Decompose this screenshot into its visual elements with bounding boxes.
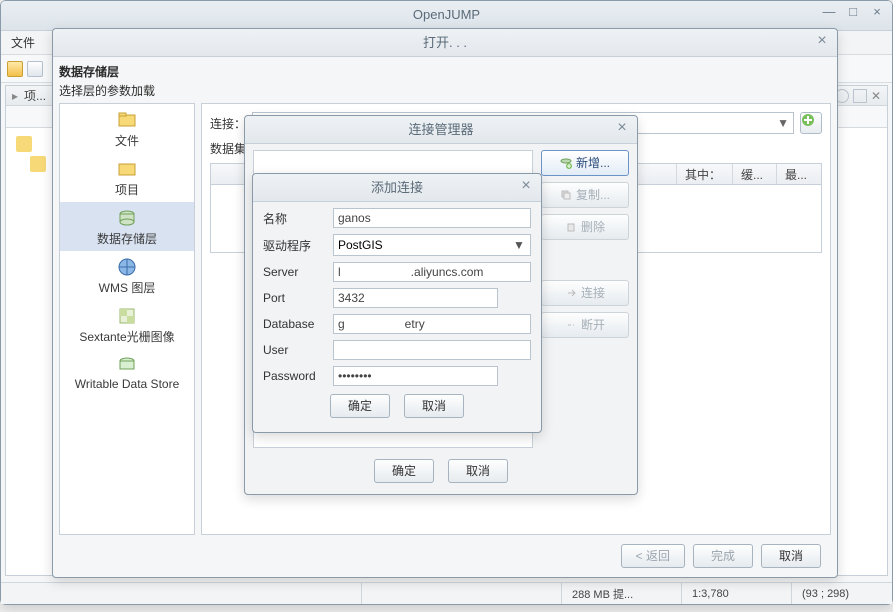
finish-button[interactable]: 完成 [693, 544, 753, 568]
addconn-close-icon[interactable]: × [517, 178, 535, 196]
plus-icon [801, 113, 815, 127]
port-input[interactable] [333, 288, 498, 308]
connmgr-titlebar[interactable]: 连接管理器 × [245, 116, 637, 144]
dropdown-arrow-icon: ▼ [512, 238, 526, 252]
sidebar-item-label: 项目 [115, 183, 139, 197]
sidebar-item-label: Writable Data Store [75, 377, 180, 391]
btn-label: 删除 [581, 215, 605, 239]
copy-connection-button[interactable]: 复制... [541, 182, 629, 208]
maximize-button[interactable]: □ [842, 3, 864, 23]
sidebar-item-label: Sextante光栅图像 [79, 330, 174, 344]
open-sidebar: 文件 项目 数据存储层 WMS 图层 Sextante光栅图像 Writable… [59, 103, 195, 535]
project-icon [117, 159, 137, 179]
connmgr-cancel-button[interactable]: 取消 [448, 459, 508, 483]
close-button[interactable]: × [866, 3, 888, 23]
connection-add-button[interactable] [800, 112, 822, 134]
password-label: Password [263, 369, 333, 383]
copy-icon [560, 189, 572, 201]
open-close-icon[interactable]: × [813, 33, 831, 51]
database-input[interactable] [333, 314, 531, 334]
open-icon[interactable] [27, 61, 43, 77]
addconn-cancel-button[interactable]: 取消 [404, 394, 464, 418]
globe-icon [117, 257, 137, 277]
database-label: Database [263, 317, 333, 331]
main-title: OpenJUMP [413, 7, 480, 22]
open-subheading: 选择层的参数加载 [59, 82, 831, 99]
open-heading: 数据存储层 [59, 63, 831, 80]
server-label: Server [263, 265, 333, 279]
status-scale: 1:3,780 [682, 583, 792, 604]
col-where[interactable]: 其中： [677, 164, 733, 184]
sidebar-item-datastore[interactable]: 数据存储层 [60, 202, 194, 251]
new-icon[interactable] [7, 61, 23, 77]
connmgr-close-icon[interactable]: × [613, 120, 631, 138]
open-cancel-button[interactable]: 取消 [761, 544, 821, 568]
folder-icon [30, 156, 46, 172]
name-label: 名称 [263, 210, 333, 227]
add-connection-dialog: 添加连接 × 名称 驱动程序 PostGIS ▼ Server Port Dat… [252, 173, 542, 433]
dataset-label: 数据集 [210, 140, 246, 157]
unplug-icon [565, 319, 577, 331]
connmgr-title: 连接管理器 [408, 122, 473, 137]
btn-label: 断开 [581, 313, 605, 337]
driver-value: PostGIS [338, 238, 383, 252]
add-connection-button[interactable]: 新增... [541, 150, 629, 176]
panel-maximize-icon[interactable] [853, 89, 867, 103]
sidebar-item-project[interactable]: 项目 [60, 153, 194, 202]
addconn-ok-button[interactable]: 确定 [330, 394, 390, 418]
sidebar-item-file[interactable]: 文件 [60, 104, 194, 153]
btn-label: 复制... [576, 183, 610, 207]
addconn-titlebar[interactable]: 添加连接 × [253, 174, 541, 202]
user-label: User [263, 343, 333, 357]
datastore-icon [117, 208, 137, 228]
port-label: Port [263, 291, 333, 305]
connmgr-ok-button[interactable]: 确定 [374, 459, 434, 483]
menu-file[interactable]: 文件 [11, 36, 35, 50]
sidebar-item-label: 文件 [115, 134, 139, 148]
user-input[interactable] [333, 340, 531, 360]
folder-icon [16, 136, 32, 152]
sidebar-item-label: WMS 图层 [99, 281, 156, 295]
connection-label: 连接： [210, 115, 246, 132]
project-tab[interactable]: 项... [24, 87, 46, 104]
sidebar-item-sextante[interactable]: Sextante光栅图像 [60, 300, 194, 349]
open-footer: < 返回 完成 取消 [59, 541, 831, 571]
status-coords: (93 ; 298) [792, 583, 892, 604]
connect-button[interactable]: 连接 [541, 280, 629, 306]
minimize-button[interactable]: — [818, 3, 840, 23]
plug-icon [565, 287, 577, 299]
driver-label: 驱动程序 [263, 237, 333, 254]
writable-store-icon [117, 355, 137, 375]
btn-label: 连接 [581, 281, 605, 305]
name-input[interactable] [333, 208, 531, 228]
open-titlebar[interactable]: 打开. . . × [53, 29, 837, 57]
sidebar-item-writable[interactable]: Writable Data Store [60, 349, 194, 395]
col-cache[interactable]: 缓... [733, 164, 777, 184]
raster-icon [117, 306, 137, 326]
back-button[interactable]: < 返回 [621, 544, 685, 568]
open-title: 打开. . . [423, 35, 467, 50]
main-titlebar[interactable]: OpenJUMP — □ × [1, 1, 892, 31]
folder-file-icon [117, 110, 137, 130]
addconn-title: 添加连接 [371, 180, 423, 195]
disconnect-button[interactable]: 断开 [541, 312, 629, 338]
status-bar: 288 MB 提... 1:3,780 (93 ; 298) [1, 582, 892, 604]
btn-label: 新增... [576, 151, 610, 175]
sidebar-item-label: 数据存储层 [97, 232, 157, 246]
sidebar-item-wms[interactable]: WMS 图层 [60, 251, 194, 300]
status-memory: 288 MB 提... [562, 583, 682, 604]
plus-db-icon [560, 157, 572, 169]
delete-connection-button[interactable]: 删除 [541, 214, 629, 240]
server-input[interactable] [333, 262, 531, 282]
driver-select[interactable]: PostGIS ▼ [333, 234, 531, 256]
col-max[interactable]: 最... [777, 164, 821, 184]
delete-icon [565, 221, 577, 233]
panel-close-icon[interactable]: ✕ [871, 89, 881, 103]
password-input[interactable] [333, 366, 498, 386]
